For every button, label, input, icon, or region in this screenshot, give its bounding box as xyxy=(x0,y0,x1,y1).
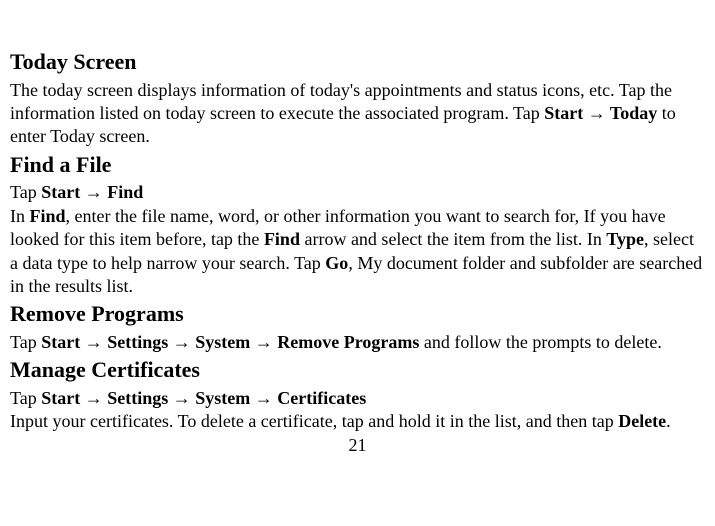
text: In xyxy=(10,206,30,226)
text-bold-settings: Settings xyxy=(103,388,173,408)
text-bold-certificates: Certificates xyxy=(273,388,366,408)
text-bold-start: Start xyxy=(41,332,85,352)
para-remove: Tap Start → Settings → System → Remove P… xyxy=(10,331,705,354)
heading-today-screen: Today Screen xyxy=(10,48,705,77)
text: Tap xyxy=(10,332,41,352)
text-bold-system: System xyxy=(191,332,255,352)
text-bold-start: Start xyxy=(41,182,85,202)
text: Tap xyxy=(10,182,41,202)
heading-remove-programs: Remove Programs xyxy=(10,300,705,329)
text-bold-find: Find xyxy=(103,182,144,202)
text: and follow the prompts to delete. xyxy=(419,332,661,352)
para-find-body: In Find, enter the file name, word, or o… xyxy=(10,205,705,299)
text-bold-go: Go xyxy=(325,253,348,273)
arrow-icon: → xyxy=(588,103,606,123)
text: Tap xyxy=(10,388,41,408)
arrow-icon: → xyxy=(85,388,103,408)
text-bold-settings: Settings xyxy=(103,332,173,352)
arrow-icon: → xyxy=(85,332,103,352)
page-number: 21 xyxy=(10,434,705,457)
text: arrow and select the item from the list.… xyxy=(300,229,606,249)
text-bold-find: Find xyxy=(264,229,300,249)
text-bold-delete: Delete xyxy=(618,411,666,431)
arrow-icon: → xyxy=(173,332,191,352)
heading-manage-certificates: Manage Certificates xyxy=(10,356,705,385)
para-manage-body: Input your certificates. To delete a cer… xyxy=(10,410,705,433)
text-bold-start: Start xyxy=(41,388,85,408)
text: Input your certificates. To delete a cer… xyxy=(10,411,618,431)
para-find-path: Tap Start → Find xyxy=(10,181,705,204)
heading-find-file: Find a File xyxy=(10,151,705,180)
text-bold-type: Type xyxy=(606,229,644,249)
arrow-icon: → xyxy=(255,388,273,408)
text-bold-start: Start xyxy=(544,103,588,123)
para-manage-path: Tap Start → Settings → System → Certific… xyxy=(10,387,705,410)
arrow-icon: → xyxy=(173,388,191,408)
document-page: Today Screen The today screen displays i… xyxy=(0,0,715,485)
text-bold-system: System xyxy=(191,388,255,408)
text-bold-remove-programs: Remove Programs xyxy=(273,332,420,352)
text: . xyxy=(666,411,671,431)
arrow-icon: → xyxy=(255,332,273,352)
para-today: The today screen displays information of… xyxy=(10,79,705,149)
arrow-icon: → xyxy=(85,182,103,202)
text-bold-find: Find xyxy=(30,206,66,226)
text-bold-today: Today xyxy=(606,103,658,123)
